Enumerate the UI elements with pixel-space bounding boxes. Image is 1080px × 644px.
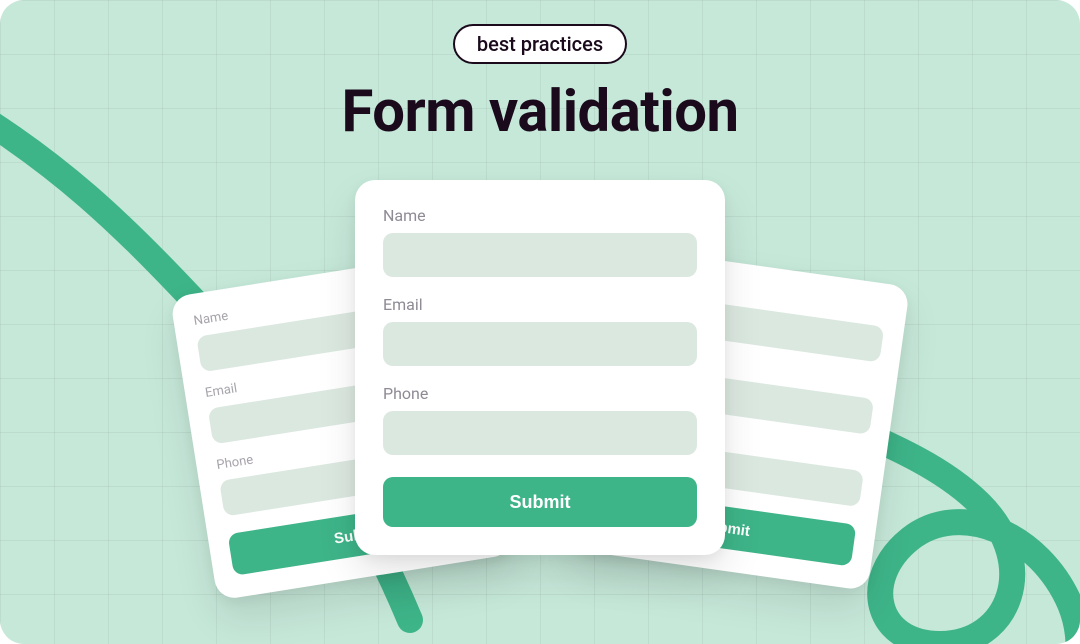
field-label: Name: [383, 206, 697, 225]
field-name: Name: [383, 206, 697, 277]
email-input[interactable]: [383, 322, 697, 366]
submit-button[interactable]: Submit: [383, 477, 697, 527]
field-phone: Phone: [383, 384, 697, 455]
page-title: Form validation: [342, 78, 739, 146]
cards-wrap: Name Email Phone Submit Name Email: [0, 180, 1080, 640]
name-input[interactable]: [383, 233, 697, 277]
field-label: Email: [383, 295, 697, 314]
field-email: Email: [383, 295, 697, 366]
badge-best-practices: best practices: [453, 24, 627, 64]
header: best practices Form validation: [0, 24, 1080, 146]
phone-input[interactable]: [383, 411, 697, 455]
field-label: Phone: [383, 384, 697, 403]
form-card-front: Name Email Phone Submit: [355, 180, 725, 555]
canvas: best practices Form validation Name Emai…: [0, 0, 1080, 644]
